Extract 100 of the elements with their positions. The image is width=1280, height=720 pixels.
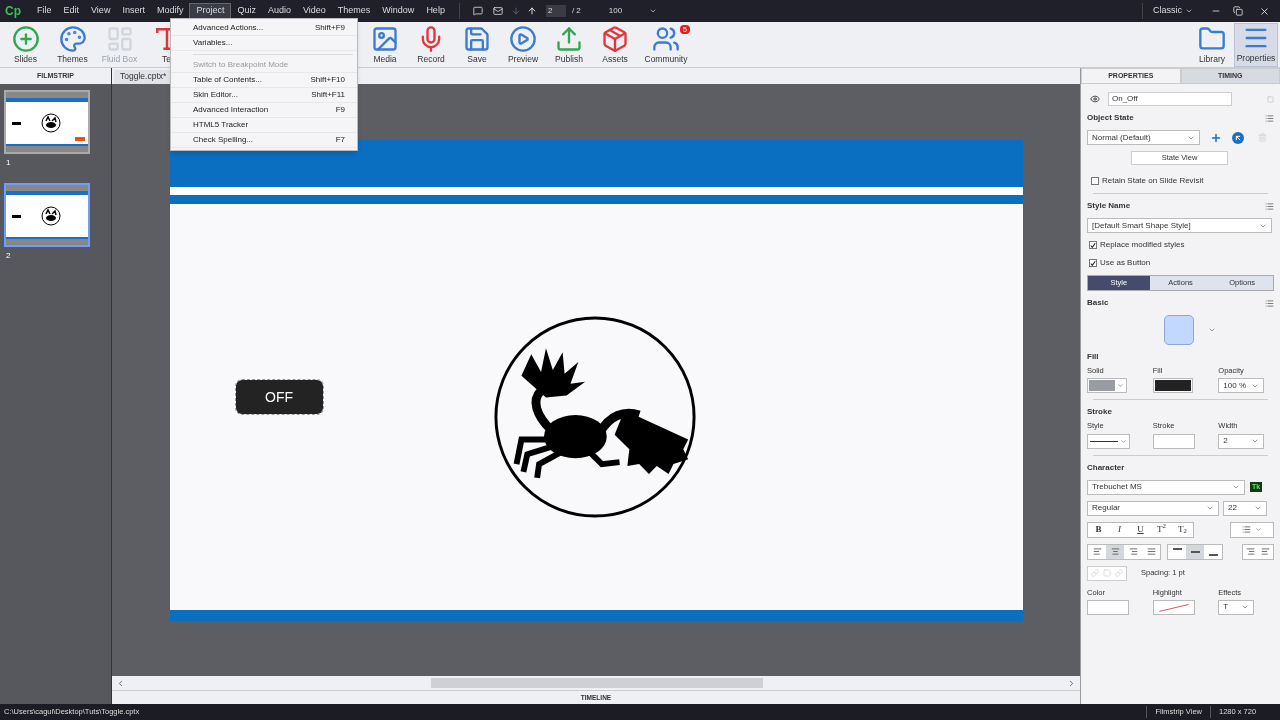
menu-entry[interactable]: HTML5 Tracker [171,118,357,133]
menu-item[interactable]: Edit [57,3,86,19]
section-title: Style Name [1087,200,1131,212]
scroll-left-icon[interactable] [116,678,125,688]
menu-item[interactable]: Help [420,3,451,19]
text-align-icon [1110,547,1120,556]
menu-entry[interactable]: Table of Contents... Shift+F10 [171,73,357,88]
scroll-right-icon[interactable] [1067,678,1076,688]
style-swatch[interactable] [1163,315,1194,345]
toolbar-button[interactable]: Preview [500,22,546,67]
toolbar-button[interactable]: Media [362,22,408,67]
checkbox[interactable] [1089,259,1097,267]
toolbar-button[interactable]: Library [1190,22,1234,67]
toolbar-button[interactable]: Properties [1234,22,1278,67]
menu-entry[interactable]: Advanced Actions... Shift+F9 [171,21,357,36]
close-icon[interactable] [1259,5,1270,17]
package-icon [601,24,629,53]
font-size-dropdown[interactable]: 22 [1223,500,1267,516]
slide-thumbnail[interactable] [4,183,90,247]
list-dropdown[interactable] [1230,521,1274,538]
caret-icon [648,7,657,15]
checkmark-icon [1090,241,1096,249]
up-arrow-icon[interactable] [526,6,537,16]
fill-color-picker[interactable] [1152,378,1193,394]
toolbar-button[interactable]: Themes [49,22,96,67]
menu-item[interactable]: Video [297,3,332,19]
toolbar-button[interactable]: Publish [546,22,592,67]
menu-item[interactable]: Window [376,3,421,19]
section-title: Fill [1087,351,1099,363]
add-slide-icon [11,24,40,53]
slide-total: / 2 [571,5,581,17]
opacity-dropdown[interactable]: 100 % [1218,378,1265,394]
menu-item[interactable]: File [31,3,58,19]
menu-item[interactable]: Quiz [231,3,262,19]
menu-item[interactable]: Audio [261,3,297,19]
link-icon [1091,569,1099,577]
section-title: Character [1087,461,1125,474]
panel-menu-icon[interactable] [1265,201,1274,211]
checkbox[interactable] [1089,241,1097,249]
caret-icon [1255,526,1262,533]
width-dropdown[interactable]: 2 [1218,433,1265,449]
comment-icon[interactable] [472,6,483,16]
format-button[interactable]: B [1088,522,1109,537]
zoom-dropdown[interactable]: 100 [608,5,657,17]
indent-buttons[interactable] [1242,543,1274,560]
checkbox[interactable] [1091,177,1099,185]
font-dropdown[interactable]: Trebuchet MS [1087,479,1245,495]
mail-icon[interactable] [492,6,503,16]
vertical-align-button[interactable] [1186,544,1204,559]
slide-number-field[interactable]: 2 [545,5,566,17]
caret-icon [1251,437,1260,445]
menu-entry[interactable]: Advanced Interaction F9 [171,103,357,118]
fill-type-dropdown[interactable] [1087,378,1127,394]
format-button[interactable]: I [1109,522,1130,537]
stroke-color-picker[interactable] [1152,433,1195,449]
format-button[interactable]: T$_{2}$ [1172,522,1193,537]
style-dropdown[interactable]: [Default Smart Shape Style] [1087,218,1272,233]
highlight-color-picker[interactable] [1152,599,1195,615]
format-button[interactable]: T$^{2}$ [1151,522,1172,537]
menu-entry[interactable]: Check Spelling... F7 [171,133,357,148]
button-thumbnail [75,137,85,141]
stroke-style-dropdown[interactable] [1087,433,1130,449]
panel-menu-icon[interactable] [1265,298,1274,308]
menu-entry[interactable]: Skin Editor... Shift+F11 [171,88,357,103]
caret-icon[interactable] [1207,326,1216,334]
font-style-dropdown[interactable]: Regular [1087,500,1219,516]
checkbox-label: Use as Button [1100,257,1151,269]
down-arrow-icon[interactable] [510,6,521,16]
toolbar-button[interactable]: Record [408,22,454,67]
folder-icon [1198,24,1226,53]
text-align-icon [1146,547,1156,556]
list-icon [1242,525,1251,534]
menu-item[interactable]: Project [189,3,232,19]
state-dropdown[interactable]: Normal (Default) [1087,130,1200,145]
slide-number: 2 [6,250,11,262]
layout-icon [105,24,134,53]
format-button[interactable]: U [1130,522,1151,537]
toolbar-button[interactable]: Slides [2,22,49,67]
toolbar-button[interactable]: Assets [592,22,638,67]
menu-item[interactable]: Insert [116,3,151,19]
checkbox-label: Retain State on Slide Revisit [1102,175,1204,187]
menu-item[interactable]: Modify [150,3,190,19]
section-title: Object State [1087,112,1134,124]
text-color-picker[interactable] [1087,599,1129,615]
slide-thumbnail[interactable] [4,90,90,154]
add-icon[interactable] [1210,131,1222,144]
menu-entry[interactable]: Variables... [171,36,357,51]
restore-icon[interactable] [1233,6,1243,16]
panel-menu-icon[interactable] [1265,113,1274,123]
workspace-dropdown[interactable]: Classic [1153,4,1193,18]
effects-dropdown[interactable]: T [1218,599,1255,615]
caret-icon [1117,382,1124,390]
toolbar-button[interactable]: Save [454,22,500,67]
document-tab[interactable]: Toggle.cptx* [114,70,173,84]
menu-item[interactable]: View [85,3,117,19]
toggle-button[interactable]: OFF [235,380,323,414]
visibility-icon[interactable] [1090,94,1100,104]
menu-item[interactable]: Themes [331,3,377,19]
align-button[interactable] [1106,544,1124,559]
name-field[interactable]: On_Off [1108,92,1232,106]
